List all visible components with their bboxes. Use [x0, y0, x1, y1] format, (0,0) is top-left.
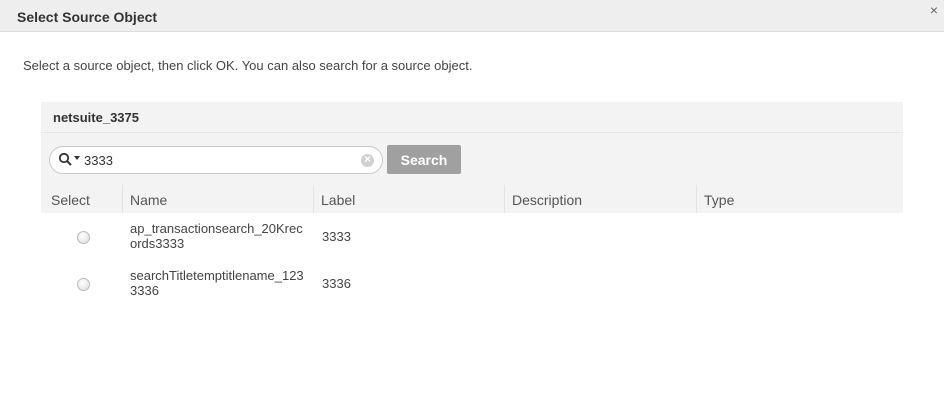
column-divider [122, 185, 123, 213]
instructions-text: Select a source object, then click OK. Y… [23, 58, 473, 73]
row-label: 3336 [322, 276, 351, 291]
column-header-description[interactable]: Description [512, 192, 582, 208]
search-box[interactable] [49, 146, 383, 174]
column-header-name[interactable]: Name [130, 192, 167, 208]
search-row: Search [41, 132, 903, 187]
chevron-down-icon[interactable] [74, 156, 80, 160]
connection-header: netsuite_3375 [41, 102, 903, 132]
close-icon[interactable]: × [930, 3, 938, 17]
column-divider [696, 185, 697, 213]
dialog-titlebar: Select Source Object × [0, 0, 944, 32]
search-button[interactable]: Search [387, 145, 461, 174]
table-header: Select Name Label Description Type [41, 185, 903, 213]
column-header-type[interactable]: Type [704, 192, 734, 208]
select-radio[interactable] [77, 231, 90, 244]
column-header-select: Select [51, 192, 90, 208]
clear-search-icon[interactable] [361, 152, 374, 167]
select-radio[interactable] [77, 278, 90, 291]
row-label: 3333 [322, 229, 351, 244]
connection-name: netsuite_3375 [53, 110, 139, 125]
search-input[interactable] [84, 151, 354, 169]
table-row[interactable]: searchTitletemptitlename_1233336 3336 [41, 262, 903, 307]
row-name: ap_transactionsearch_20Krecords3333 [130, 221, 303, 251]
dialog-title: Select Source Object [17, 9, 158, 25]
row-name: searchTitletemptitlename_1233336 [130, 268, 304, 298]
column-divider [504, 185, 505, 213]
table-row[interactable]: ap_transactionsearch_20Krecords3333 3333 [41, 215, 903, 260]
column-divider [313, 185, 314, 213]
column-header-label[interactable]: Label [321, 192, 355, 208]
search-icon[interactable] [58, 152, 74, 168]
